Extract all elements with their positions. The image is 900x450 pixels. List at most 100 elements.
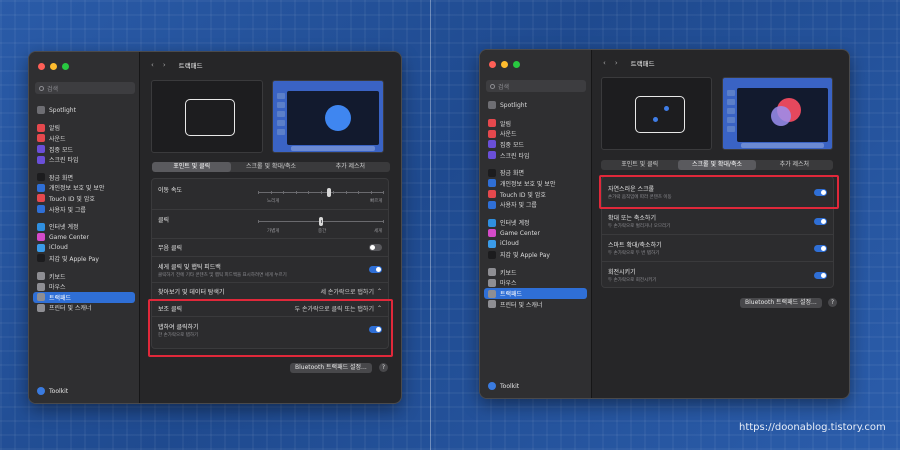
slider-tick bbox=[333, 191, 334, 194]
sidebar-item-icon bbox=[488, 168, 496, 177]
zoom-window-button[interactable] bbox=[62, 63, 69, 70]
help-button[interactable]: ? bbox=[379, 363, 388, 372]
sidebar-item[interactable]: 키보드 bbox=[484, 267, 587, 278]
sidebar-item[interactable]: 알림 bbox=[484, 118, 587, 129]
back-chevron-icon[interactable]: ‹ bbox=[603, 59, 606, 67]
sidebar-item-icon bbox=[488, 268, 496, 277]
sidebar-item[interactable]: Spotlight bbox=[33, 105, 135, 116]
sidebar-item[interactable]: 마우스 bbox=[33, 281, 135, 292]
slider-tick bbox=[370, 191, 372, 194]
smart-zoom-row: 스마트 확대/축소하기 두 손가락으로 두 번 탭하기 bbox=[602, 234, 833, 261]
forward-chevron-icon[interactable]: › bbox=[615, 59, 618, 67]
sidebar-item[interactable]: 프린터 및 스캐너 bbox=[484, 299, 587, 310]
sidebar-item-label: Toolkit bbox=[49, 387, 69, 395]
sidebar-item-icon bbox=[37, 303, 45, 312]
sidebar-item[interactable]: 인터넷 계정 bbox=[33, 221, 135, 232]
tab-more-gestures[interactable]: 추가 제스처 bbox=[311, 162, 390, 172]
sidebar-item[interactable]: 사용자 및 그룹 bbox=[484, 200, 587, 211]
zoom-toggle[interactable] bbox=[814, 217, 827, 225]
sidebar-item[interactable]: Game Center bbox=[33, 232, 135, 243]
minimize-window-button[interactable] bbox=[50, 63, 57, 70]
sidebar-item-label: 집중 모드 bbox=[500, 141, 524, 149]
sidebar-item[interactable]: 트랙패드 bbox=[484, 288, 587, 299]
sidebar-item-icon bbox=[37, 243, 45, 252]
sidebar-item-label: 지갑 및 Apple Pay bbox=[500, 252, 550, 260]
tab-point-click[interactable]: 포인트 및 클릭 bbox=[601, 160, 678, 170]
sidebar-item[interactable]: iCloud bbox=[484, 239, 587, 250]
smart-zoom-label: 스마트 확대/축소하기 bbox=[608, 242, 662, 249]
sidebar-item-icon bbox=[488, 218, 496, 227]
sidebar-item[interactable]: 잠금 화면 bbox=[33, 172, 135, 183]
close-window-button[interactable] bbox=[38, 63, 45, 70]
sidebar-item[interactable]: iCloud bbox=[33, 243, 135, 254]
rotate-toggle[interactable] bbox=[814, 271, 827, 279]
zoom-window-button[interactable] bbox=[513, 61, 520, 68]
force-click-toggle[interactable] bbox=[369, 266, 382, 273]
sidebar-item[interactable]: 마우스 bbox=[484, 278, 587, 289]
bluetooth-trackpad-button[interactable]: Bluetooth 트랙패드 설정... bbox=[740, 298, 822, 308]
slider-tick bbox=[283, 191, 284, 194]
minimize-window-button[interactable] bbox=[501, 61, 508, 68]
sidebar-item-icon bbox=[37, 254, 45, 263]
search-icon bbox=[39, 85, 44, 91]
sidebar-item[interactable]: 인터넷 계정 bbox=[484, 217, 587, 228]
settings-window-point-click: 검색 Spotlight 알림 사운드 집중 모드 스크린 타임잠금 화면 개인정보 보호… bbox=[29, 52, 401, 403]
sidebar-item[interactable]: 집중 모드 bbox=[484, 139, 587, 150]
sidebar-item-icon bbox=[37, 205, 45, 214]
sidebar-item[interactable]: 사운드 bbox=[484, 128, 587, 139]
sidebar-item[interactable]: 지갑 및 Apple Pay bbox=[33, 253, 135, 264]
tracking-speed-slider[interactable] bbox=[258, 188, 384, 197]
smart-zoom-toggle[interactable] bbox=[814, 244, 827, 252]
search-input[interactable]: 검색 bbox=[35, 82, 135, 94]
finger-dot bbox=[653, 117, 658, 122]
tracking-speed-label: 이동 속도 bbox=[158, 187, 182, 194]
sidebar-item-label: 마우스 bbox=[49, 284, 66, 292]
forward-chevron-icon[interactable]: › bbox=[163, 61, 166, 69]
tab-more-gestures[interactable]: 추가 제스처 bbox=[756, 160, 833, 170]
sidebar-item[interactable]: 알림 bbox=[33, 123, 135, 134]
sidebar-item-label: iCloud bbox=[49, 244, 68, 252]
sidebar-item-label: 인터넷 계정 bbox=[500, 220, 530, 228]
back-chevron-icon[interactable]: ‹ bbox=[151, 61, 154, 69]
sidebar-item-icon bbox=[488, 190, 496, 199]
sidebar-item[interactable]: 지갑 및 Apple Pay bbox=[484, 249, 587, 260]
sidebar-item[interactable]: 개인정보 보호 및 보안 bbox=[484, 178, 587, 189]
main-pane: ‹ › 트랙패드 포인트 및 클릭 스크롤 및 확대/축소 추가 제스처 자연스… bbox=[592, 50, 849, 398]
tab-point-click[interactable]: 포인트 및 클릭 bbox=[152, 162, 232, 172]
sidebar-item[interactable]: 트랙패드 bbox=[33, 291, 135, 303]
click-strength-slider[interactable] bbox=[258, 217, 384, 226]
sidebar-item[interactable]: 키보드 bbox=[33, 271, 135, 282]
sidebar-item-label: 지갑 및 Apple Pay bbox=[49, 255, 99, 263]
sidebar-item-icon bbox=[488, 289, 496, 298]
sidebar-item[interactable]: Game Center bbox=[484, 228, 587, 239]
lookup-popup[interactable]: 세 손가락으로 탭하기 ⌃ bbox=[320, 287, 382, 296]
sidebar-item[interactable]: 사운드 bbox=[33, 133, 135, 144]
close-window-button[interactable] bbox=[489, 61, 496, 68]
sidebar-item[interactable]: 스크린 타임 bbox=[33, 154, 135, 165]
sidebar-item-icon bbox=[488, 119, 496, 128]
highlight-box bbox=[599, 175, 839, 209]
sidebar-item[interactable]: 개인정보 보호 및 보안 bbox=[33, 183, 135, 194]
sidebar-item[interactable]: 프린터 및 스캐너 bbox=[33, 303, 135, 314]
sidebar-item[interactable]: 집중 모드 bbox=[33, 144, 135, 155]
bluetooth-trackpad-button[interactable]: Bluetooth 트랙패드 설정... bbox=[290, 363, 372, 373]
silent-click-toggle[interactable] bbox=[369, 244, 382, 251]
image-divider bbox=[430, 0, 431, 450]
sidebar-item[interactable]: 사용자 및 그룹 bbox=[33, 204, 135, 215]
sidebar-item-toolkit[interactable]: Toolkit bbox=[37, 387, 68, 395]
sidebar-item[interactable]: 잠금 화면 bbox=[484, 167, 587, 178]
sidebar-item-toolkit[interactable]: Toolkit bbox=[488, 382, 519, 390]
slider-knob[interactable] bbox=[326, 188, 331, 197]
sidebar-item[interactable]: Touch ID 및 암호 bbox=[484, 189, 587, 200]
tab-scroll-zoom[interactable]: 스크롤 및 확대/축소 bbox=[231, 162, 310, 172]
window-controls bbox=[489, 61, 520, 68]
sidebar-item[interactable]: Spotlight bbox=[484, 100, 587, 111]
help-button[interactable]: ? bbox=[828, 298, 837, 307]
sidebar-item[interactable]: Touch ID 및 암호 bbox=[33, 193, 135, 204]
tab-scroll-zoom[interactable]: 스크롤 및 확대/축소 bbox=[678, 160, 756, 170]
search-input[interactable]: 검색 bbox=[486, 80, 586, 92]
sidebar-item-label: 인터넷 계정 bbox=[49, 224, 79, 232]
sidebar-item[interactable]: 스크린 타임 bbox=[484, 150, 587, 161]
sidebar-item-icon bbox=[488, 300, 496, 309]
slider-tick bbox=[270, 191, 272, 194]
